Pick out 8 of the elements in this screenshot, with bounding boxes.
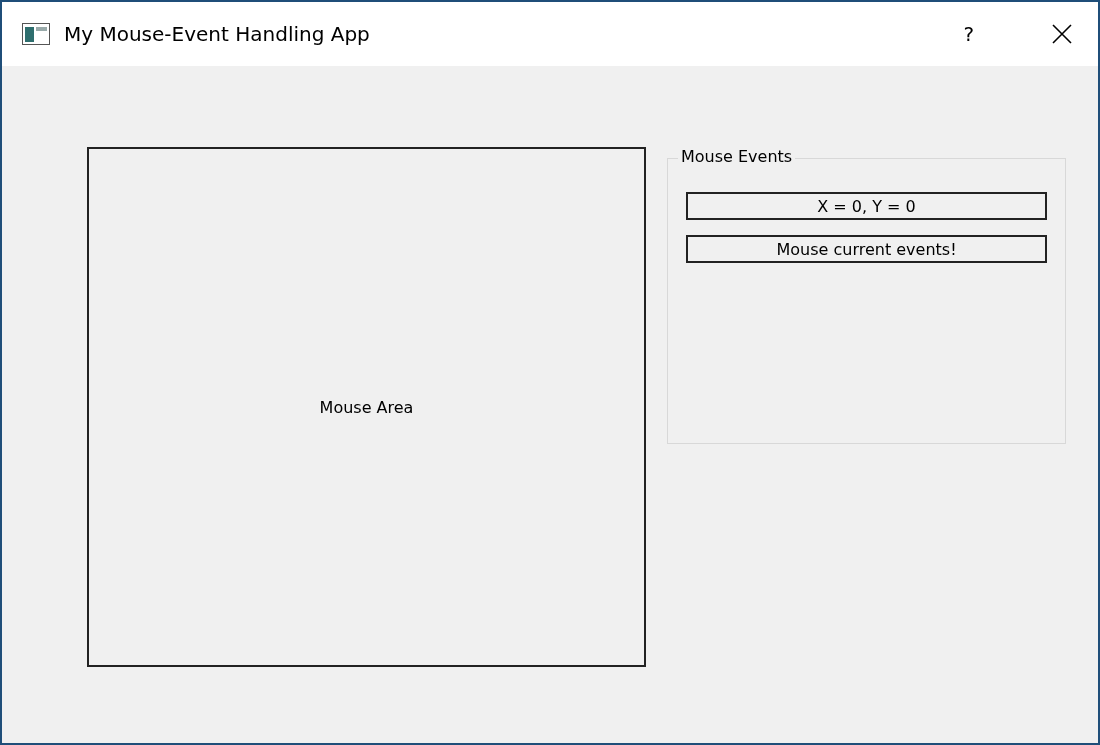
status-label: X = 0, Y = 0 [686,192,1047,220]
mouse-area-label: Mouse Area [319,397,414,417]
close-icon [1052,24,1072,44]
window-title: My Mouse-Event Handling App [64,22,371,46]
mouse-area[interactable]: Mouse Area [87,147,646,667]
status-label: Mouse current events! [686,235,1047,263]
help-button[interactable]: ? [955,18,982,50]
app-icon [22,23,50,45]
